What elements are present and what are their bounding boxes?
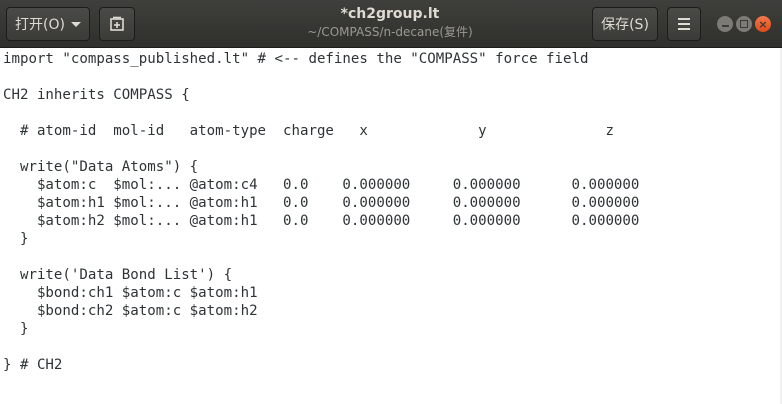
close-icon: ×: [758, 17, 768, 31]
window-title-area: *ch2group.lt ~/COMPASS/n-decane(复件): [250, 5, 530, 41]
maximize-button[interactable]: [736, 16, 752, 32]
code-line: } # CH2: [3, 357, 63, 373]
code-line: write('Data Bond List') {: [3, 267, 233, 283]
new-document-icon: [110, 16, 124, 31]
open-button-label: 打开(O): [15, 17, 65, 33]
close-button[interactable]: ×: [755, 16, 771, 32]
code-line: $bond:ch2 $atom:c $atom:h2: [3, 303, 258, 319]
code-line: $atom:h2 $mol:... @atom:h1 0.0 0.000000 …: [3, 213, 640, 229]
minimize-icon: [721, 24, 729, 27]
header-bar: 打开(O) *ch2group.lt ~/COMPASS/n-decane(复件…: [0, 0, 782, 48]
window-subtitle: ~/COMPASS/n-decane(复件): [307, 25, 473, 39]
new-document-button[interactable]: [99, 7, 135, 41]
maximize-icon: [740, 20, 748, 28]
text-editor-window: 打开(O) *ch2group.lt ~/COMPASS/n-decane(复件…: [0, 0, 782, 404]
code-line: }: [3, 231, 29, 247]
code-line: CH2 inherits COMPASS {: [3, 87, 190, 103]
menu-button[interactable]: [667, 7, 701, 41]
code-line: # atom-id mol-id atom-type charge x y z: [3, 123, 614, 139]
code-line: $bond:ch1 $atom:c $atom:h1: [3, 285, 258, 301]
code-line: $atom:c $mol:... @atom:c4 0.0 0.000000 0…: [3, 177, 640, 193]
save-button[interactable]: 保存(S): [592, 7, 658, 41]
save-button-label: 保存(S): [601, 17, 649, 33]
chevron-down-icon: [71, 21, 81, 27]
code-line: write("Data Atoms") {: [3, 159, 199, 175]
code-editor[interactable]: import "compass_published.lt" # <-- defi…: [0, 48, 782, 404]
code-line: import "compass_published.lt" # <-- defi…: [3, 51, 589, 67]
code-line: $atom:h1 $mol:... @atom:h1 0.0 0.000000 …: [3, 195, 640, 211]
code-line: }: [3, 321, 29, 337]
window-title: *ch2group.lt: [340, 6, 440, 22]
hamburger-menu-icon: [678, 18, 690, 20]
minimize-button[interactable]: [717, 16, 733, 32]
open-button[interactable]: 打开(O): [6, 7, 90, 41]
